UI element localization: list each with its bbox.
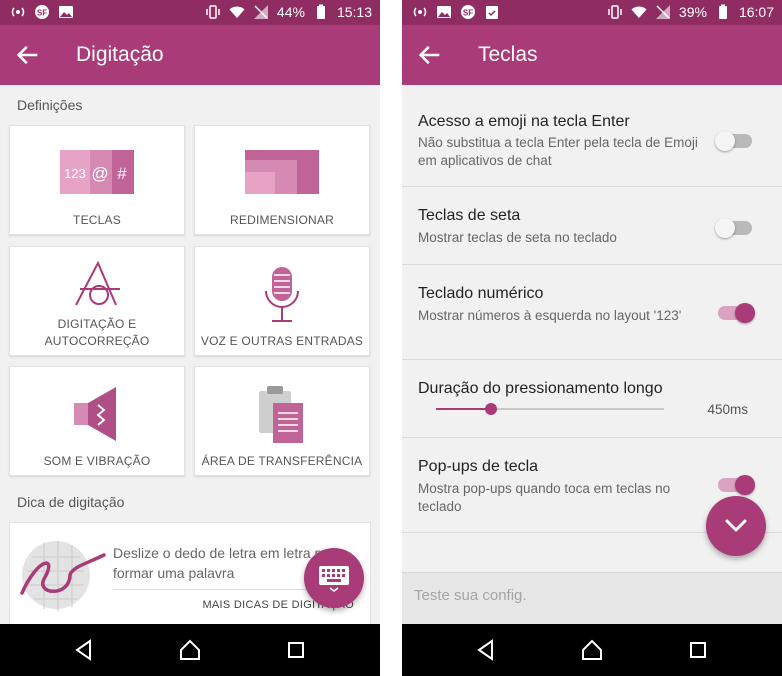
svg-text:@: @ (91, 164, 108, 183)
scroll-down-fab-button[interactable] (706, 496, 766, 556)
chevron-down-icon (725, 519, 747, 532)
long-press-value: 450ms (707, 402, 748, 417)
setting-subtitle: Não substitua a tecla Enter pela tecla d… (418, 135, 698, 168)
tile-voice-label: VOZ E OUTRAS ENTRADAS (200, 334, 364, 348)
setting-subtitle: Mostra pop-ups quando toca em teclas no … (418, 481, 671, 514)
speaker-icon (74, 387, 116, 441)
tile-sound-label: SOM E VIBRAÇÃO (43, 454, 151, 468)
setting-title: Duração do pressionamento longo (418, 380, 663, 397)
microphone-icon (265, 267, 299, 322)
app-badge-icon: SF (35, 5, 49, 19)
svg-text:#: # (117, 164, 127, 183)
wifi-icon (229, 6, 245, 18)
setting-title: Teclas de seta (418, 207, 521, 224)
nav-recents-icon[interactable] (284, 638, 308, 662)
setting-long-press-duration: Duração do pressionamento longo 450ms (402, 360, 782, 438)
section-tip-label: Dica de digitação (17, 494, 125, 510)
image-icon (437, 6, 451, 18)
keyboard-icon (319, 566, 349, 592)
signal-broadcast-icon (413, 7, 427, 17)
battery-icon (718, 4, 727, 19)
svg-text:123: 123 (64, 166, 86, 181)
clipboard-check-icon (486, 6, 498, 19)
number-row-toggle[interactable] (718, 303, 755, 323)
page-title: Teclas (478, 43, 538, 66)
keys-icon: 123 @ # (60, 150, 134, 194)
tile-resize[interactable]: REDIMENSIONAR (194, 125, 370, 235)
section-settings-label: Definições (17, 97, 83, 113)
typing-autocorrect-icon (75, 261, 120, 306)
tile-typing-label-line2: AUTOCORREÇÃO (44, 334, 150, 348)
test-input-area (402, 572, 782, 624)
tile-keys[interactable]: 123 @ # TECLAS (9, 125, 185, 235)
toggle-knob (735, 303, 755, 323)
nav-home-icon[interactable] (178, 638, 202, 662)
arrow-keys-toggle[interactable] (715, 218, 752, 238)
clock: 16:07 (738, 4, 774, 20)
phone-left-screen: SF 44% 15:13 Digitação Definições 123 @ … (0, 0, 380, 676)
nav-back-icon[interactable] (72, 638, 96, 662)
status-bar: SF 39% 16:07 (402, 0, 782, 25)
setting-title: Pop-ups de tecla (418, 458, 539, 475)
toggle-knob (735, 475, 755, 495)
tile-voice-input[interactable]: VOZ E OUTRAS ENTRADAS (194, 246, 370, 356)
back-arrow-icon[interactable] (14, 41, 42, 69)
no-signal-icon (253, 5, 268, 19)
navigation-bar (402, 624, 782, 676)
swipe-gesture-icon (20, 541, 106, 611)
toggle-knob (715, 218, 735, 238)
tile-typing-autocorrect[interactable]: DIGITAÇÃO E AUTOCORREÇÃO (9, 246, 185, 356)
tile-clipboard[interactable]: ÁREA DE TRANSFERÊNCIA (194, 366, 370, 476)
vibrate-icon (608, 5, 622, 19)
battery-percent: 44% (276, 4, 305, 20)
nav-back-icon[interactable] (474, 638, 498, 662)
image-icon (59, 6, 73, 18)
emoji-enter-toggle[interactable] (715, 131, 752, 151)
battery-icon (316, 4, 325, 19)
setting-title: Teclado numérico (418, 285, 544, 302)
nav-home-icon[interactable] (580, 638, 604, 662)
no-signal-icon (655, 5, 670, 19)
test-config-input[interactable] (414, 587, 754, 604)
tile-resize-label: REDIMENSIONAR (230, 213, 334, 227)
clock: 15:13 (336, 4, 372, 20)
phone-right-screen: SF 39% 16:07 Teclas Acesso a emoji na te… (402, 0, 782, 676)
long-press-slider[interactable] (436, 403, 664, 415)
toggle-knob (715, 131, 735, 151)
nav-recents-icon[interactable] (686, 638, 710, 662)
vibrate-icon (206, 5, 220, 19)
status-bar: SF 44% 15:13 (0, 0, 380, 25)
slider-thumb[interactable] (485, 403, 497, 415)
setting-number-row[interactable]: Teclado numérico Mostrar números à esque… (402, 265, 782, 360)
tile-keys-label: TECLAS (73, 213, 121, 227)
signal-broadcast-icon (11, 7, 25, 17)
keyboard-fab-button[interactable] (304, 548, 364, 608)
resize-icon (245, 150, 319, 194)
tile-typing-label-line1: DIGITAÇÃO E (57, 317, 137, 331)
back-arrow-icon[interactable] (416, 41, 444, 69)
app-bar: Digitação (0, 25, 380, 85)
page-title: Digitação (76, 43, 164, 66)
svg-text:SF: SF (463, 9, 473, 18)
app-bar: Teclas (402, 25, 782, 85)
setting-emoji-enter[interactable]: Acesso a emoji na tecla Enter Não substi… (402, 85, 782, 187)
app-badge-icon: SF (461, 5, 475, 19)
svg-text:SF: SF (37, 9, 47, 18)
slider-fill (436, 408, 491, 410)
setting-title: Acesso a emoji na tecla Enter (418, 113, 630, 130)
setting-subtitle: Mostrar teclas de seta no teclado (418, 230, 617, 245)
key-popups-toggle[interactable] (718, 475, 755, 495)
navigation-bar (0, 624, 380, 676)
tile-sound-vibration[interactable]: SOM E VIBRAÇÃO (9, 366, 185, 476)
clipboard-icon (259, 386, 303, 443)
wifi-icon (631, 6, 647, 18)
tile-clipboard-label: ÁREA DE TRANSFERÊNCIA (201, 454, 363, 468)
setting-subtitle: Mostrar números à esquerda no layout '12… (418, 308, 682, 323)
setting-arrow-keys[interactable]: Teclas de seta Mostrar teclas de seta no… (402, 187, 782, 265)
battery-percent: 39% (678, 4, 707, 20)
